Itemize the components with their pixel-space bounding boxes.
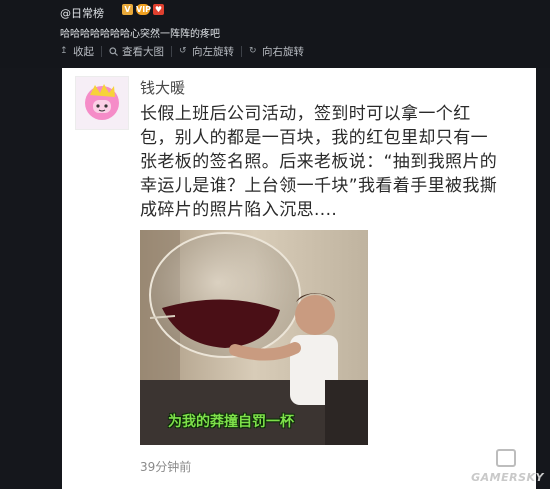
post-text: 长假上班后公司活动，签到时可以拿一个红包，别人的都是一百块，我的红包里却只有一张… [140,104,498,220]
toolbar-divider [241,46,242,57]
heart-badge: ♥ [153,4,164,15]
watermark: GAMERSKY [471,471,544,484]
avatar[interactable] [75,76,129,130]
rotate-left-icon: ↺ [179,46,187,56]
verified-badge: V [122,4,133,15]
post-caption: 哈哈哈哈哈哈哈心突然一阵阵的疼吧 [60,29,220,40]
watermark-logo-icon [496,449,516,467]
rotate-right-icon: ↻ [249,46,257,56]
username-link[interactable]: @日常榜 [60,5,104,21]
post-timestamp[interactable]: 39分钟前 [140,458,191,475]
magnifier-icon [109,47,118,56]
vip-badge: VIP [136,4,152,15]
rotate-right-button[interactable]: ↻ 向右旋转 [249,44,304,59]
toolbar-divider [171,46,172,57]
rotate-left-button[interactable]: ↺ 向左旋转 [179,44,234,59]
rotate-left-label: 向左旋转 [192,46,234,58]
weibo-header: @日常榜 V VIP ♥ 哈哈哈哈哈哈哈心突然一阵阵的疼吧 ↥ 收起 查看大图 … [0,0,550,68]
image-toolbar: ↥ 收起 查看大图 ↺ 向左旋转 ↻ 向右旋转 [60,44,304,59]
user-badges: V VIP ♥ [122,4,164,15]
post-photo[interactable]: 为我的莽撞自罚一杯 [140,230,368,445]
rotate-right-label: 向右旋转 [262,46,304,58]
author-name[interactable]: 钱大暖 [140,77,185,98]
photo-caption: 为我的莽撞自罚一杯 [168,414,294,430]
view-large-button[interactable]: 查看大图 [109,44,164,59]
toolbar-divider [101,46,102,57]
collapse-button[interactable]: ↥ 收起 [60,44,94,59]
view-large-label: 查看大图 [122,46,164,58]
post-card: 钱大暖 长假上班后公司活动，签到时可以拿一个红包，别人的都是一百块，我的红包里却… [62,68,536,489]
collapse-label: 收起 [73,46,94,58]
collapse-icon: ↥ [60,46,68,56]
